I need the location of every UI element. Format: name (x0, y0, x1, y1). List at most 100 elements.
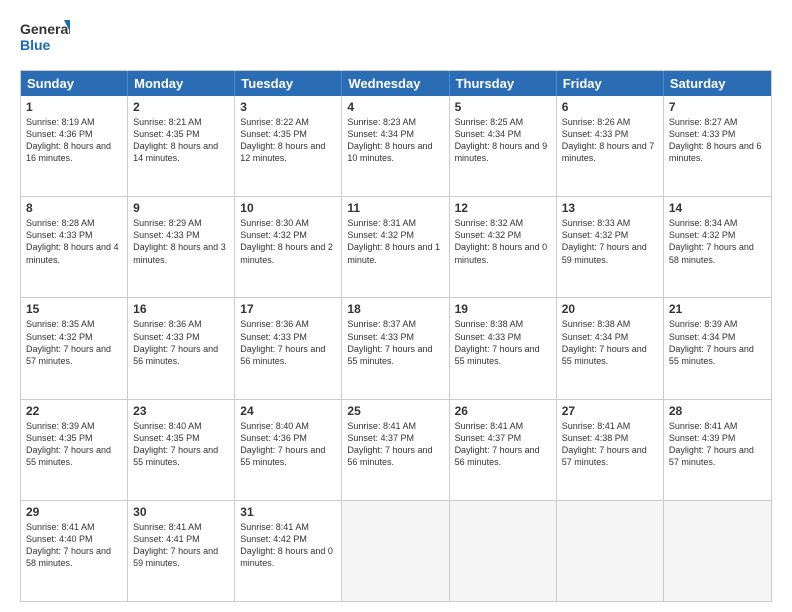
calendar-cell-23: 23Sunrise: 8:40 AM Sunset: 4:35 PM Dayli… (128, 400, 235, 500)
calendar-cell-29: 29 Sunrise: 8:41 AM Sunset: 4:40 PM Dayli… (21, 501, 128, 601)
day-info: Sunrise: 8:36 AM Sunset: 4:33 PM Dayligh… (240, 318, 336, 367)
calendar-cell-1: 1 Sunrise: 8:19 AM Sunset: 4:36 PM Daylig… (21, 96, 128, 196)
day-info: Sunrise: 8:27 AM Sunset: 4:33 PM Dayligh… (669, 116, 766, 165)
calendar-cell-27: 27 Sunrise: 8:41 AM Sunset: 4:38 PM Dayli… (557, 400, 664, 500)
day-number: 15 (26, 302, 122, 316)
day-info: Sunrise: 8:37 AM Sunset: 4:33 PM Dayligh… (347, 318, 443, 367)
calendar-body: 1 Sunrise: 8:19 AM Sunset: 4:36 PM Daylig… (21, 96, 771, 601)
day-number: 30 (133, 505, 229, 519)
day-info: Sunrise: 8:41 AM Sunset: 4:42 PM Dayligh… (240, 521, 336, 570)
day-number: 5 (455, 100, 551, 114)
day-number: 3 (240, 100, 336, 114)
day-header-wednesday: Wednesday (342, 71, 449, 96)
calendar-cell-9: 9 Sunrise: 8:29 AM Sunset: 4:33 PM Daylig… (128, 197, 235, 297)
day-number: 25 (347, 404, 443, 418)
day-number: 10 (240, 201, 336, 215)
day-info: Sunrise: 8:28 AM Sunset: 4:33 PM Dayligh… (26, 217, 122, 266)
day-number: 19 (455, 302, 551, 316)
day-info: Sunrise: 8:34 AM Sunset: 4:32 PM Dayligh… (669, 217, 766, 266)
logo: General Blue (20, 18, 70, 60)
day-number: 29 (26, 505, 122, 519)
day-number: 14 (669, 201, 766, 215)
page-header: General Blue (20, 18, 772, 60)
day-number: 11 (347, 201, 443, 215)
calendar-cell-14: 14 Sunrise: 8:34 AM Sunset: 4:32 PM Dayli… (664, 197, 771, 297)
calendar-cell-19: 19 Sunrise: 8:38 AM Sunset: 4:33 PM Dayli… (450, 298, 557, 398)
day-info: Sunrise: 8:25 AM Sunset: 4:34 PM Dayligh… (455, 116, 551, 165)
calendar-cell-18: 18 Sunrise: 8:37 AM Sunset: 4:33 PM Dayli… (342, 298, 449, 398)
day-number: 13 (562, 201, 658, 215)
day-header-friday: Friday (557, 71, 664, 96)
day-number: 12 (455, 201, 551, 215)
day-info: Sunrise: 8:30 AM Sunset: 4:32 PM Dayligh… (240, 217, 336, 266)
day-info: Sunrise: 8:38 AM Sunset: 4:33 PM Dayligh… (455, 318, 551, 367)
calendar-cell-4: 4 Sunrise: 8:23 AM Sunset: 4:34 PM Daylig… (342, 96, 449, 196)
calendar-cell-21: 21 Sunrise: 8:39 AM Sunset: 4:34 PM Dayli… (664, 298, 771, 398)
day-number: 4 (347, 100, 443, 114)
calendar-cell-10: 10 Sunrise: 8:30 AM Sunset: 4:32 PM Dayli… (235, 197, 342, 297)
calendar-cell-31: 31Sunrise: 8:41 AM Sunset: 4:42 PM Dayli… (235, 501, 342, 601)
day-info: Sunrise: 8:40 AM Sunset: 4:35 PM Dayligh… (133, 420, 229, 469)
day-header-saturday: Saturday (664, 71, 771, 96)
day-info: Sunrise: 8:41 AM Sunset: 4:40 PM Dayligh… (26, 521, 122, 570)
calendar-cell-7: 7 Sunrise: 8:27 AM Sunset: 4:33 PM Daylig… (664, 96, 771, 196)
day-number: 1 (26, 100, 122, 114)
calendar-cell-8: 8 Sunrise: 8:28 AM Sunset: 4:33 PM Daylig… (21, 197, 128, 297)
calendar-cell-26: 26 Sunrise: 8:41 AM Sunset: 4:37 PM Dayli… (450, 400, 557, 500)
day-info: Sunrise: 8:22 AM Sunset: 4:35 PM Dayligh… (240, 116, 336, 165)
calendar-cell-16: 16Sunrise: 8:36 AM Sunset: 4:33 PM Dayli… (128, 298, 235, 398)
day-info: Sunrise: 8:35 AM Sunset: 4:32 PM Dayligh… (26, 318, 122, 367)
day-number: 6 (562, 100, 658, 114)
day-info: Sunrise: 8:36 AM Sunset: 4:33 PM Dayligh… (133, 318, 229, 367)
day-info: Sunrise: 8:32 AM Sunset: 4:32 PM Dayligh… (455, 217, 551, 266)
day-number: 17 (240, 302, 336, 316)
calendar-cell-13: 13 Sunrise: 8:33 AM Sunset: 4:32 PM Dayli… (557, 197, 664, 297)
day-number: 18 (347, 302, 443, 316)
day-info: Sunrise: 8:26 AM Sunset: 4:33 PM Dayligh… (562, 116, 658, 165)
svg-text:General: General (20, 21, 70, 37)
svg-text:Blue: Blue (20, 37, 51, 53)
day-info: Sunrise: 8:41 AM Sunset: 4:37 PM Dayligh… (347, 420, 443, 469)
calendar-row-3: 15 Sunrise: 8:35 AM Sunset: 4:32 PM Dayli… (21, 297, 771, 398)
calendar-cell-15: 15 Sunrise: 8:35 AM Sunset: 4:32 PM Dayli… (21, 298, 128, 398)
day-info: Sunrise: 8:23 AM Sunset: 4:34 PM Dayligh… (347, 116, 443, 165)
day-info: Sunrise: 8:19 AM Sunset: 4:36 PM Dayligh… (26, 116, 122, 165)
day-number: 21 (669, 302, 766, 316)
day-info: Sunrise: 8:40 AM Sunset: 4:36 PM Dayligh… (240, 420, 336, 469)
calendar-cell-empty (664, 501, 771, 601)
calendar-cell-24: 24 Sunrise: 8:40 AM Sunset: 4:36 PM Dayli… (235, 400, 342, 500)
day-number: 2 (133, 100, 229, 114)
calendar-cell-empty (557, 501, 664, 601)
day-info: Sunrise: 8:31 AM Sunset: 4:32 PM Dayligh… (347, 217, 443, 266)
calendar-row-4: 22 Sunrise: 8:39 AM Sunset: 4:35 PM Dayli… (21, 399, 771, 500)
day-info: Sunrise: 8:41 AM Sunset: 4:37 PM Dayligh… (455, 420, 551, 469)
calendar-cell-5: 5 Sunrise: 8:25 AM Sunset: 4:34 PM Daylig… (450, 96, 557, 196)
day-number: 22 (26, 404, 122, 418)
calendar-cell-20: 20Sunrise: 8:38 AM Sunset: 4:34 PM Dayli… (557, 298, 664, 398)
day-header-tuesday: Tuesday (235, 71, 342, 96)
day-number: 9 (133, 201, 229, 215)
day-info: Sunrise: 8:39 AM Sunset: 4:35 PM Dayligh… (26, 420, 122, 469)
day-info: Sunrise: 8:33 AM Sunset: 4:32 PM Dayligh… (562, 217, 658, 266)
day-number: 7 (669, 100, 766, 114)
calendar-cell-17: 17 Sunrise: 8:36 AM Sunset: 4:33 PM Dayli… (235, 298, 342, 398)
day-number: 27 (562, 404, 658, 418)
day-info: Sunrise: 8:21 AM Sunset: 4:35 PM Dayligh… (133, 116, 229, 165)
day-info: Sunrise: 8:29 AM Sunset: 4:33 PM Dayligh… (133, 217, 229, 266)
day-number: 8 (26, 201, 122, 215)
calendar-row-1: 1 Sunrise: 8:19 AM Sunset: 4:36 PM Daylig… (21, 96, 771, 196)
day-number: 26 (455, 404, 551, 418)
calendar-row-5: 29 Sunrise: 8:41 AM Sunset: 4:40 PM Dayli… (21, 500, 771, 601)
day-info: Sunrise: 8:39 AM Sunset: 4:34 PM Dayligh… (669, 318, 766, 367)
day-info: Sunrise: 8:41 AM Sunset: 4:38 PM Dayligh… (562, 420, 658, 469)
calendar-cell-28: 28Sunrise: 8:41 AM Sunset: 4:39 PM Dayli… (664, 400, 771, 500)
calendar-cell-30: 30 Sunrise: 8:41 AM Sunset: 4:41 PM Dayli… (128, 501, 235, 601)
day-info: Sunrise: 8:38 AM Sunset: 4:34 PM Dayligh… (562, 318, 658, 367)
calendar-cell-6: 6 Sunrise: 8:26 AM Sunset: 4:33 PM Daylig… (557, 96, 664, 196)
calendar-cell-3: 3 Sunrise: 8:22 AM Sunset: 4:35 PM Daylig… (235, 96, 342, 196)
day-number: 24 (240, 404, 336, 418)
day-info: Sunrise: 8:41 AM Sunset: 4:41 PM Dayligh… (133, 521, 229, 570)
calendar-cell-11: 11 Sunrise: 8:31 AM Sunset: 4:32 PM Dayli… (342, 197, 449, 297)
day-info: Sunrise: 8:41 AM Sunset: 4:39 PM Dayligh… (669, 420, 766, 469)
calendar-cell-empty (342, 501, 449, 601)
